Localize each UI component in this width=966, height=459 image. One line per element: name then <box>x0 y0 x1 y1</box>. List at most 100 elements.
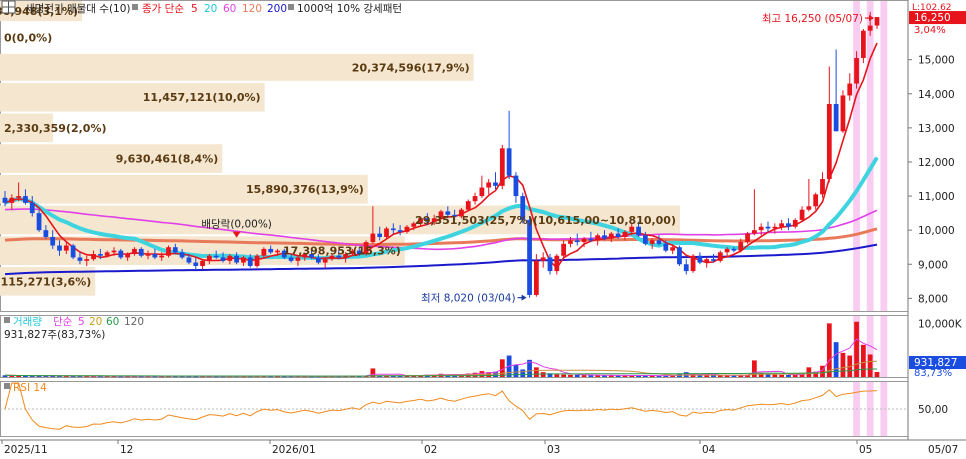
volume-bar <box>765 374 771 377</box>
candle-body <box>145 254 151 256</box>
candle-body <box>860 30 866 58</box>
candle-body <box>159 255 165 258</box>
date-tick-label: 04 <box>702 444 716 455</box>
candle-body <box>295 257 301 261</box>
volume-ma-label: 단순 <box>53 316 73 328</box>
legend-square-icon <box>288 4 294 10</box>
candle-body <box>745 233 750 243</box>
volume-bar <box>533 367 539 377</box>
highlight-column <box>880 316 888 377</box>
volume-bar <box>840 352 846 377</box>
candle-body <box>57 245 62 251</box>
candle-body <box>568 240 573 244</box>
candle-body <box>97 254 103 256</box>
candle-body <box>642 235 648 244</box>
candle-body <box>581 238 587 243</box>
candle-body <box>397 230 403 232</box>
candle-body <box>683 264 689 272</box>
volume-bar <box>561 374 567 377</box>
volume-profile-label: 15,890,376(13,9%) <box>246 183 364 196</box>
volume-profile-label: 0(0,0%) <box>4 32 52 45</box>
volume-profile-label: 17,398,953(15,3%) <box>283 245 401 258</box>
volume-bar <box>520 369 526 377</box>
candle-body <box>172 247 178 253</box>
candle-body <box>179 252 185 258</box>
candle-body <box>704 259 710 263</box>
candle-body <box>854 57 859 84</box>
candle-body <box>608 233 614 239</box>
date-tick-label: 05 <box>859 444 872 455</box>
candle-body <box>786 223 791 227</box>
candle-body <box>77 257 83 261</box>
candle-body <box>479 187 485 197</box>
candle-body <box>792 219 798 227</box>
candle-body <box>241 257 246 263</box>
volume-bar <box>854 321 859 377</box>
candle-body <box>629 226 635 232</box>
date-tick-label: 12 <box>120 444 133 455</box>
volume-bar <box>574 374 580 377</box>
candle-body <box>751 230 757 234</box>
candle-body <box>322 259 328 263</box>
candle-body <box>227 255 233 261</box>
candle-body <box>390 228 396 231</box>
volume-bar <box>540 372 546 377</box>
candle-body <box>663 243 669 251</box>
price-tick-label: 9,000 <box>918 259 948 271</box>
price-axis: 8,000 9,000 10,000 11,000 12,000 13,000 14,000… <box>908 11 966 305</box>
volume-bar <box>867 354 873 377</box>
candle-body <box>84 259 90 261</box>
candle-body <box>731 248 737 251</box>
candle-body <box>132 248 137 255</box>
price-tick-label: 11,000 <box>918 191 955 203</box>
candle-body <box>36 213 42 231</box>
candle-body <box>867 25 873 31</box>
candle-body <box>615 233 621 237</box>
candle-body <box>234 255 240 263</box>
candle-body <box>547 257 553 272</box>
rsi-tick-label: 50,00 <box>918 404 948 416</box>
last-price-label: 16,250 <box>914 12 951 24</box>
volume-bar <box>568 374 573 377</box>
volume-profile-label: 9,630,461(8,4%) <box>116 153 219 166</box>
date-tick-label: 2025/11 <box>4 444 48 455</box>
date-tick-label: 03 <box>547 444 560 455</box>
candle-body <box>472 196 478 202</box>
ma-legend-label: 종가 단순 <box>142 3 184 15</box>
last-volume-pct: 83,73% <box>914 368 952 379</box>
candle-body <box>833 104 839 132</box>
candle-body <box>63 245 69 251</box>
candle-body <box>513 175 519 197</box>
candle-body <box>315 257 321 263</box>
candle-body <box>50 236 56 246</box>
legend-square-icon <box>4 317 10 323</box>
candle-body <box>677 247 682 265</box>
candle-body <box>404 226 410 232</box>
candle-body <box>820 179 825 195</box>
volume-profile-label: 29,351,503(25,7%)(10,615,00~10,810,00) <box>415 214 676 227</box>
stock-chart-window: 8,000 9,000 10,000 11,000 12,000 13,000 14,000… <box>0 0 966 456</box>
candle-body <box>847 83 853 96</box>
price-tick-label: 8,000 <box>918 293 948 305</box>
candle-body <box>765 226 771 229</box>
candle-body <box>247 257 253 266</box>
volume-bar <box>806 367 812 377</box>
candle-body <box>554 255 560 272</box>
ma20-legend: 20 <box>204 3 217 15</box>
candle-body <box>220 257 226 261</box>
candle-body <box>193 262 199 266</box>
ma200-legend: 200 <box>267 3 287 15</box>
highlight-column <box>880 1 888 311</box>
candle-body <box>690 255 696 272</box>
candle-body <box>595 235 601 241</box>
candle-body <box>670 247 676 251</box>
volume-profile-label: 4,115,271(3,6%) <box>0 275 91 288</box>
candle-body <box>636 226 641 236</box>
candle-body <box>23 196 28 203</box>
candle-body <box>493 182 498 186</box>
highlight-column <box>853 1 860 311</box>
candle-body <box>758 226 764 231</box>
rsi-panel-title: RSI 14 <box>13 382 47 394</box>
candle-body <box>826 104 832 180</box>
date-axis: 2025/11 12 2026/01 02 03 04 05 05/07 <box>1 440 958 456</box>
